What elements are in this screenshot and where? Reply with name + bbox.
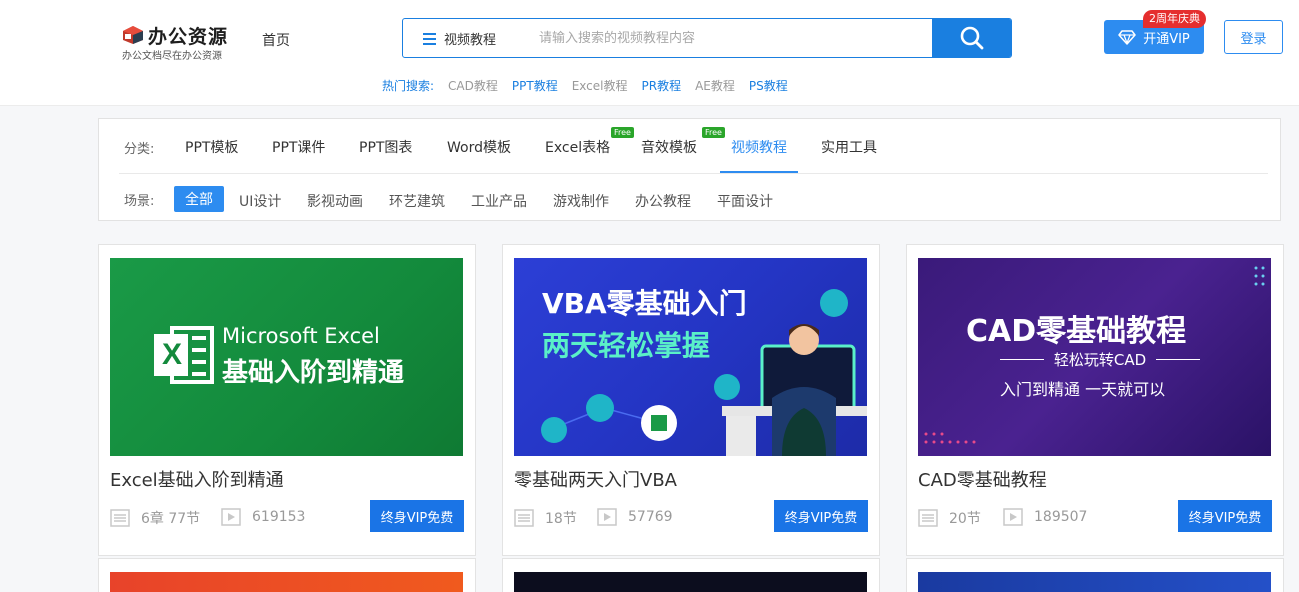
nav-home-link[interactable]: 首页 [262, 30, 290, 50]
hot-link-excel[interactable]: Excel教程 [572, 79, 628, 93]
category-ppt-template[interactable]: PPT模板 [185, 137, 238, 157]
logo-title: 办公资源 [148, 26, 229, 48]
course-card[interactable] [98, 558, 476, 592]
free-badge: Free [611, 127, 634, 138]
hot-link-ppt[interactable]: PPT教程 [512, 79, 558, 93]
scene-graphic-design[interactable]: 平面设计 [717, 191, 773, 211]
hot-searches-label: 热门搜索: [382, 79, 435, 93]
diamond-icon [1118, 29, 1136, 45]
scene-game-dev[interactable]: 游戏制作 [553, 191, 609, 211]
course-thumbnail[interactable] [110, 572, 463, 592]
list-icon [110, 509, 130, 527]
course-lessons: 18节 [514, 508, 577, 528]
scene-film-animation[interactable]: 影视动画 [307, 191, 363, 211]
category-word-template[interactable]: Word模板 [447, 137, 511, 157]
search-icon [960, 26, 983, 50]
scene-architecture[interactable]: 环艺建筑 [389, 191, 445, 211]
open-vip-label: 开通VIP [1143, 31, 1190, 47]
course-card[interactable]: X Microsoft Excel 基础入阶到精通 Excel基础入阶到精通 6… [98, 244, 476, 556]
lessons-count: 20节 [949, 511, 981, 527]
course-thumbnail[interactable] [918, 572, 1271, 592]
plays-count: 57769 [628, 509, 673, 525]
vip-free-button[interactable]: 终身VIP免费 [774, 500, 868, 532]
course-title[interactable]: CAD零基础教程 [918, 466, 1047, 492]
hot-searches: 热门搜索: CAD教程 PPT教程 Excel教程 PR教程 AE教程 PS教程 [382, 77, 788, 94]
category-excel-sheet[interactable]: Excel表格 [545, 137, 610, 157]
logo-tagline: 办公文档尽在办公资源 [122, 51, 222, 62]
play-icon [597, 508, 617, 526]
course-thumbnail[interactable]: VBA零基础入门 两天轻松掌握 [514, 258, 867, 456]
hot-link-cad[interactable]: CAD教程 [448, 79, 498, 93]
course-card[interactable]: CAD零基础教程 轻松玩转CAD 入门到精通 一天就可以 CAD零基础教程 20… [906, 244, 1284, 556]
scene-ui-design[interactable]: UI设计 [239, 191, 281, 211]
scene-office-tutorial[interactable]: 办公教程 [635, 191, 691, 211]
lessons-count: 6章 77节 [141, 511, 201, 527]
course-plays: 619153 [221, 508, 305, 526]
anniversary-badge: 2周年庆典 [1143, 10, 1206, 28]
category-row: 分类: PPT模板 PPT课件 PPT图表 Word模板 Excel表格 Fre… [99, 119, 1280, 173]
course-title[interactable]: 零基础两天入门VBA [514, 466, 677, 492]
free-badge: Free [702, 127, 725, 138]
lessons-count: 18节 [545, 511, 577, 527]
dots-decoration [924, 266, 1265, 444]
vip-free-button[interactable]: 终身VIP免费 [1178, 500, 1272, 532]
course-card[interactable]: VBA零基础入门 两天轻松掌握 零基础两天入门VBA 18节 57769 终身V… [502, 244, 880, 556]
scene-industrial-product[interactable]: 工业产品 [471, 191, 527, 211]
list-icon [514, 509, 534, 527]
course-plays: 57769 [597, 508, 673, 526]
site-header: 办公资源 办公文档尽在办公资源 首页 视频教程 热门搜索: CAD教程 PPT教程 E… [0, 0, 1299, 106]
course-thumbnail[interactable] [514, 572, 867, 592]
search-button[interactable] [932, 19, 1011, 57]
excel-logo-icon [154, 326, 214, 384]
play-icon [1003, 508, 1023, 526]
filter-panel: 分类: PPT模板 PPT课件 PPT图表 Word模板 Excel表格 Fre… [98, 118, 1281, 221]
hot-link-pr[interactable]: PR教程 [642, 79, 682, 93]
scene-all[interactable]: 全部 [174, 186, 224, 212]
hot-link-ae[interactable]: AE教程 [695, 79, 735, 93]
login-button[interactable]: 登录 [1224, 20, 1283, 54]
course-card[interactable] [502, 558, 880, 592]
site-logo[interactable]: 办公资源 办公文档尽在办公资源 [122, 22, 232, 62]
category-ppt-chart[interactable]: PPT图表 [359, 137, 412, 157]
search-category-label: 视频教程 [444, 32, 497, 48]
menu-icon [423, 32, 436, 45]
course-title[interactable]: Excel基础入阶到精通 [110, 466, 284, 492]
hot-link-ps[interactable]: PS教程 [749, 79, 788, 93]
thumb-line2: 基础入阶到精通 [222, 358, 405, 388]
logo-cube-icon [123, 26, 143, 44]
category-sound-template[interactable]: 音效模板 [641, 137, 697, 157]
search-category-dropdown[interactable]: 视频教程 [403, 19, 521, 57]
thumb-line1: Microsoft Excel [222, 324, 380, 348]
scene-label: 场景: [124, 194, 155, 209]
vip-free-button[interactable]: 终身VIP免费 [370, 500, 464, 532]
course-card[interactable] [906, 558, 1284, 592]
category-video-tutorial[interactable]: 视频教程 [731, 137, 787, 157]
play-icon [221, 508, 241, 526]
search-input[interactable] [527, 19, 931, 57]
plays-count: 189507 [1034, 509, 1088, 525]
course-thumbnail[interactable]: X Microsoft Excel 基础入阶到精通 [110, 258, 463, 456]
course-plays: 189507 [1003, 508, 1087, 526]
list-icon [918, 509, 938, 527]
category-label: 分类: [124, 142, 155, 157]
plays-count: 619153 [252, 509, 306, 525]
filter-divider [119, 173, 1268, 174]
course-lessons: 6章 77节 [110, 508, 200, 528]
excel-logo-letter: X [162, 338, 183, 371]
course-lessons: 20节 [918, 508, 981, 528]
search-bar: 视频教程 [402, 18, 1012, 58]
category-tools[interactable]: 实用工具 [821, 137, 877, 157]
category-ppt-courseware[interactable]: PPT课件 [272, 137, 325, 157]
developer-illustration [541, 289, 867, 456]
course-thumbnail[interactable]: CAD零基础教程 轻松玩转CAD 入门到精通 一天就可以 [918, 258, 1271, 456]
